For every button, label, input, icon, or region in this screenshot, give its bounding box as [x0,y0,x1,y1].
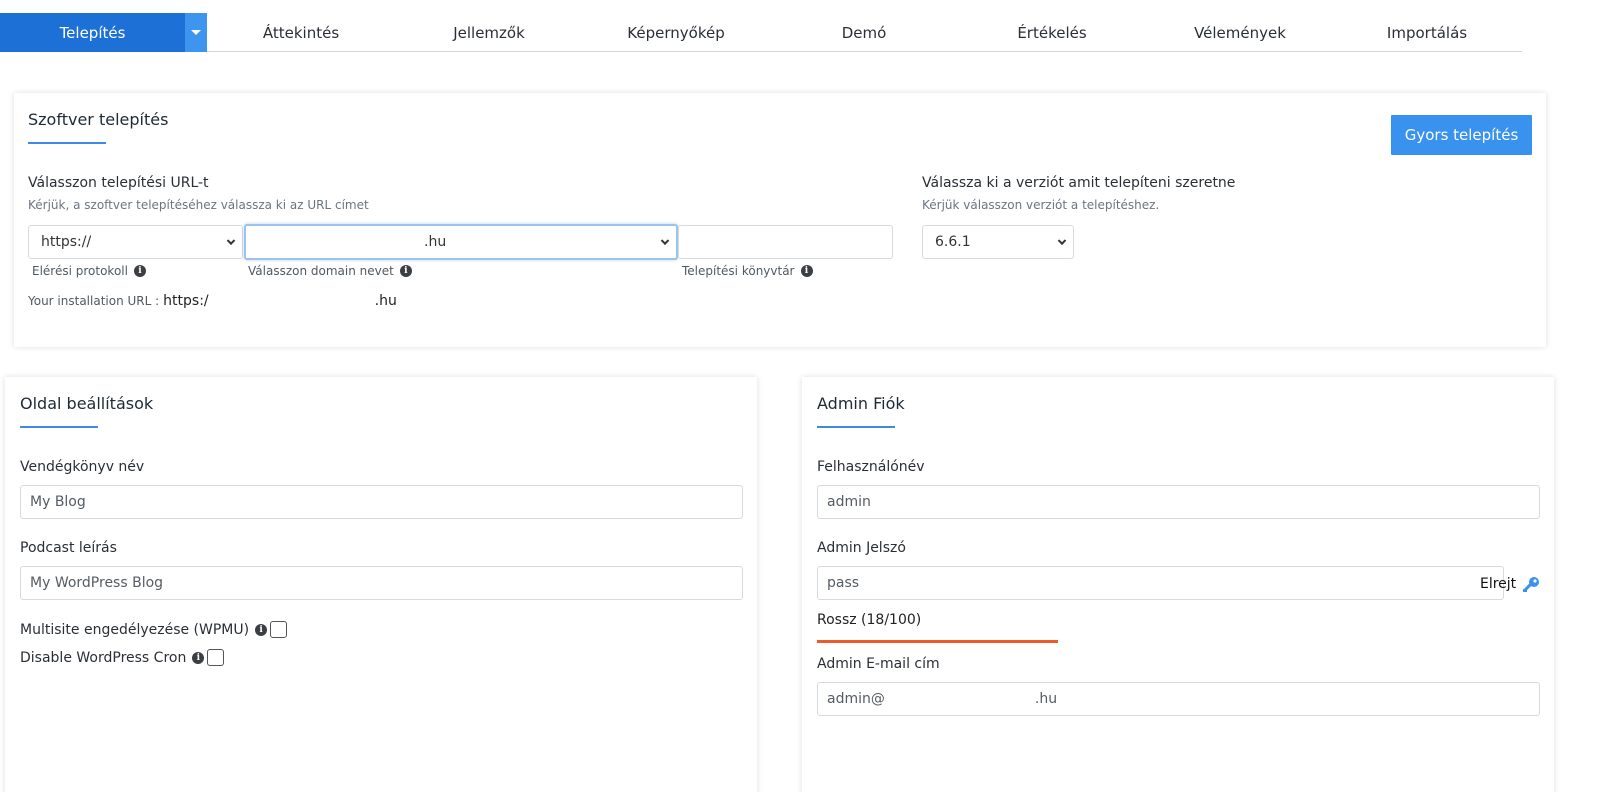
redacted-domain [258,235,424,249]
site-desc-label: Podcast leírás [20,540,117,556]
tab-bar: Telepítés Áttekintés Jellemzők Képernyők… [0,13,1522,52]
username-input[interactable]: admin [817,485,1540,519]
install-url-line: Your installation URL : https:/ .hu [28,293,397,309]
protocol-select[interactable]: https:// [28,225,243,259]
password-input[interactable]: pass [817,566,1504,600]
tab-overview[interactable]: Áttekintés [263,13,339,52]
install-url-end: .hu [374,293,397,309]
info-icon[interactable]: i [399,265,412,277]
directory-input[interactable] [678,225,893,259]
protocol-value: https:// [41,234,92,250]
tab-ratings[interactable]: Értékelés [1017,13,1086,52]
protocol-label: Elérési protokoll i [32,264,146,278]
redacted-url [212,294,371,308]
title-underline [28,142,106,144]
multisite-row: Multisite engedélyezése (WPMU) i [20,621,288,638]
card-title: Oldal beállítások [20,394,154,413]
tab-demo[interactable]: Demó [842,13,887,52]
cron-row: Disable WordPress Cron i [20,649,225,666]
tab-import[interactable]: Importálás [1387,13,1467,52]
version-hint: Kérjük válasszon verziót a telepítéshez. [922,198,1160,212]
domain-select[interactable]: .hu [244,224,678,260]
info-icon[interactable]: i [800,265,813,277]
email-start: admin@ [827,691,885,707]
redacted-email [884,692,1035,706]
card-title: Szoftver telepítés [28,110,169,129]
directory-label: Telepítési könyvtár i [682,264,813,278]
info-icon[interactable]: i [192,651,205,664]
site-name-label: Vendégkönyv név [20,459,145,475]
card-title: Admin Fiók [817,394,905,413]
domain-value: .hu [424,234,447,250]
domain-label: Válasszon domain nevet i [248,264,412,278]
tab-install[interactable]: Telepítés [0,13,185,52]
hide-password-toggle[interactable]: Elrejt [1480,576,1516,592]
email-label: Admin E-mail cím [817,656,940,672]
site-desc-input[interactable]: My WordPress Blog [20,566,743,600]
title-underline [817,426,895,428]
site-settings-card: Oldal beállítások Vendégkönyv név My Blo… [5,377,757,792]
tab-screenshots[interactable]: Képernyőkép [627,13,724,52]
install-url-start: https:/ [163,293,209,309]
version-select[interactable]: 6.6.1 [922,225,1074,259]
email-end: .hu [1034,691,1058,707]
password-strength-bar [817,640,1058,643]
software-install-card: Szoftver telepítés Gyors telepítés Válas… [14,93,1546,347]
install-url-prefix: Your installation URL : [28,294,160,308]
site-name-input[interactable]: My Blog [20,485,743,519]
info-icon[interactable]: i [133,265,146,277]
info-icon[interactable]: i [255,623,268,636]
chevron-down-icon [191,30,201,35]
chevron-down-icon [226,236,236,246]
quick-install-button[interactable]: Gyors telepítés [1391,115,1532,155]
key-icon[interactable] [1521,575,1541,595]
chevron-down-icon [660,236,670,246]
admin-account-card: Admin Fiók Felhasználónév admin Admin Je… [802,377,1554,792]
multisite-checkbox[interactable] [270,621,288,638]
title-underline [20,426,98,428]
url-hint: Kérjük, a szoftver telepítéséhez válassz… [28,198,369,212]
chevron-down-icon [1057,236,1067,246]
version-heading: Válassza ki a verziót amit telepíteni sz… [922,175,1236,191]
tab-features[interactable]: Jellemzők [453,13,525,52]
tab-reviews[interactable]: Vélemények [1194,13,1286,52]
version-value: 6.6.1 [935,234,971,250]
url-heading: Válasszon telepítési URL-t [28,175,209,191]
tab-install-dropdown[interactable] [185,13,207,52]
disable-cron-checkbox[interactable] [207,649,225,666]
password-strength-text: Rossz (18/100) [817,612,922,628]
password-label: Admin Jelszó [817,540,906,556]
email-input[interactable]: admin@ .hu [817,682,1540,716]
username-label: Felhasználónév [817,459,925,475]
